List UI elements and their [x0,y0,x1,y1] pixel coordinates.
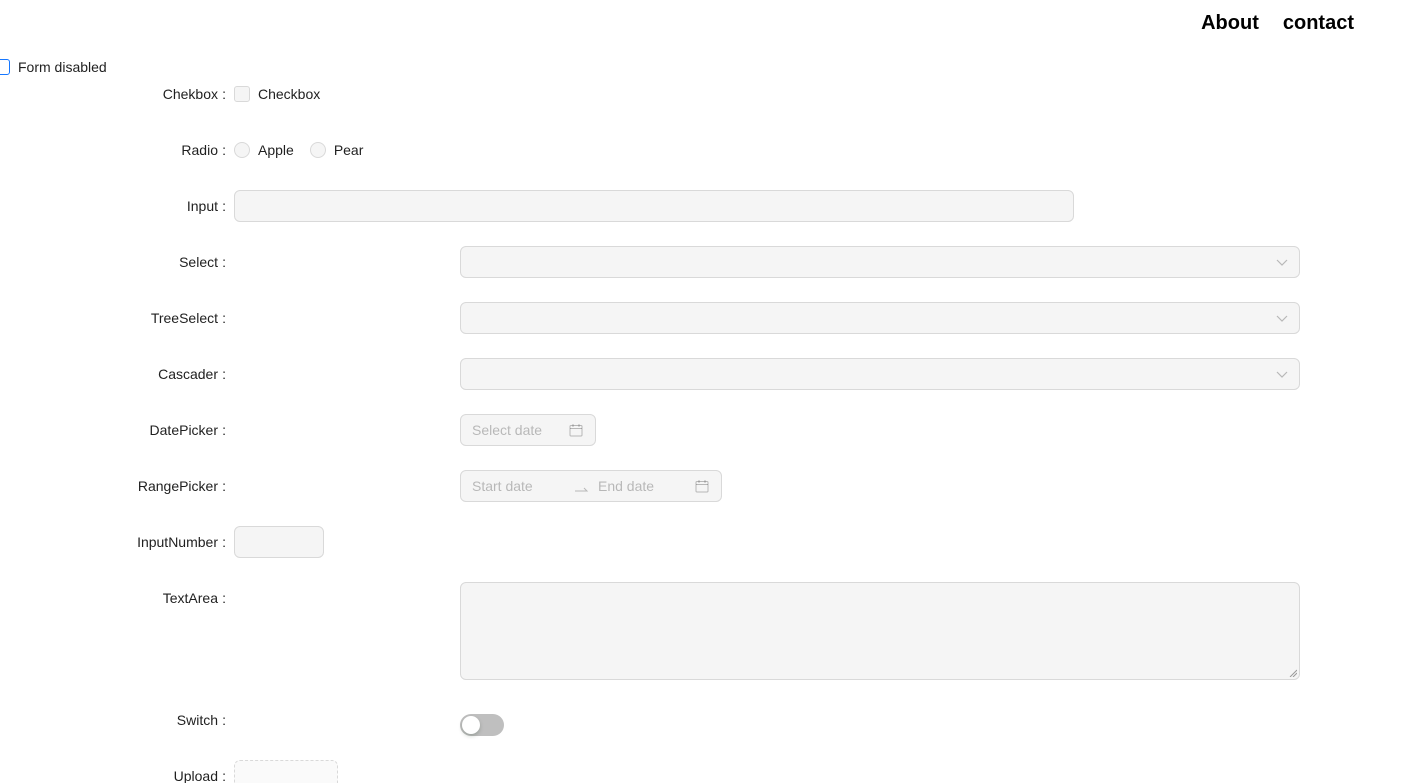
chevron-down-icon [1276,371,1288,378]
chevron-down-icon [1276,259,1288,266]
range-picker-input[interactable]: Start date End date [460,470,722,502]
switch-knob [462,716,480,734]
form-disabled-label: Form disabled [18,59,107,75]
cascader-field-label: Cascader [0,358,226,390]
select-field-label: Select [0,246,226,278]
start-date-placeholder[interactable]: Start date [472,478,572,494]
radio-circle[interactable] [234,142,250,158]
form-disabled-toggle[interactable]: Form disabled [0,58,107,76]
radio-field-label: Radio [0,134,226,166]
datepicker-field-label: DatePicker [0,414,226,446]
select-dropdown[interactable] [460,246,1300,278]
swap-right-icon [575,487,589,492]
checkbox-box[interactable] [234,86,250,102]
checkbox-field-label: Chekbox [0,78,226,110]
upload-field-label: Upload [0,760,226,783]
checkbox-control[interactable]: Checkbox [234,78,320,110]
rangepicker-field-label: RangePicker [0,470,226,502]
form-row-radio: Radio Apple Pear [0,134,363,166]
radio-group: Apple Pear [234,134,363,166]
cascader-dropdown[interactable] [460,358,1300,390]
form-row-select: Select [0,246,1300,278]
radio-option-pear[interactable]: Pear [309,142,364,158]
switch-field-label: Switch [0,704,226,736]
calendar-icon [695,480,709,493]
input-field-label: Input [0,190,226,222]
radio-circle[interactable] [309,142,326,158]
radio-option-label: Pear [333,142,364,158]
textarea-field-label: TextArea [0,582,226,614]
textarea-input[interactable] [460,582,1300,680]
form-row-switch: Switch [0,704,504,736]
top-nav: About contact [1201,10,1354,36]
nav-about-link[interactable]: About [1201,10,1259,36]
radio-option-apple[interactable]: Apple [234,142,294,158]
form-row-rangepicker: RangePicker Start date End date [0,470,722,502]
treeselect-dropdown[interactable] [460,302,1300,334]
date-picker-input[interactable]: Select date [460,414,596,446]
upload-dropzone[interactable] [234,760,338,783]
end-date-placeholder[interactable]: End date [598,478,654,494]
nav-contact-link[interactable]: contact [1283,10,1354,36]
form-row-upload: Upload [0,760,338,783]
text-input[interactable] [234,190,1074,222]
treeselect-field-label: TreeSelect [0,302,226,334]
toggle-switch[interactable] [460,714,504,736]
form-disabled-checkbox[interactable] [0,59,10,75]
date-placeholder: Select date [472,422,543,438]
form-row-treeselect: TreeSelect [0,302,1300,334]
form-row-cascader: Cascader [0,358,1300,390]
checkbox-option-label: Checkbox [258,86,321,102]
resize-handle-icon[interactable] [1289,669,1297,677]
form-row-checkbox: Chekbox Checkbox [0,78,321,110]
form-row-textarea: TextArea [0,582,1300,680]
form-row-inputnumber: InputNumber [0,526,324,558]
form-row-input: Input [0,190,1074,222]
number-input[interactable] [234,526,324,558]
form-row-datepicker: DatePicker Select date [0,414,596,446]
chevron-down-icon [1276,315,1288,322]
calendar-icon [569,424,583,437]
inputnumber-field-label: InputNumber [0,526,226,558]
radio-option-label: Apple [258,142,294,158]
